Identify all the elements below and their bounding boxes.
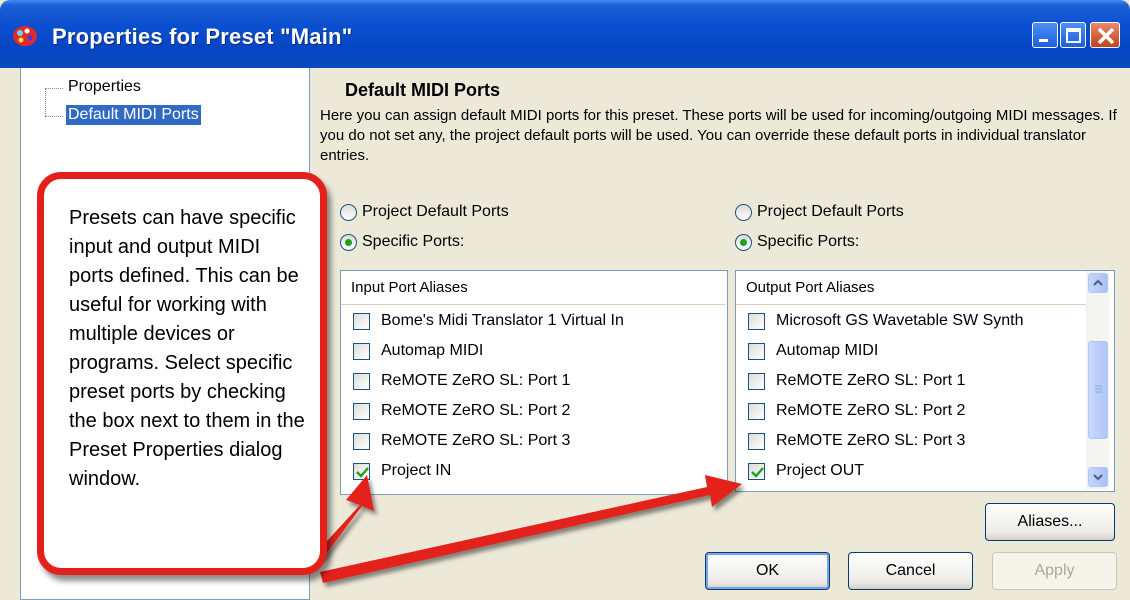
preset-properties-dialog: Properties for Preset "Main" Properties … <box>0 0 1130 600</box>
callout-text: Presets can have specific input and outp… <box>69 207 305 490</box>
arrow-to-output-list <box>320 475 742 583</box>
callout-box: Presets can have specific input and outp… <box>37 172 327 575</box>
